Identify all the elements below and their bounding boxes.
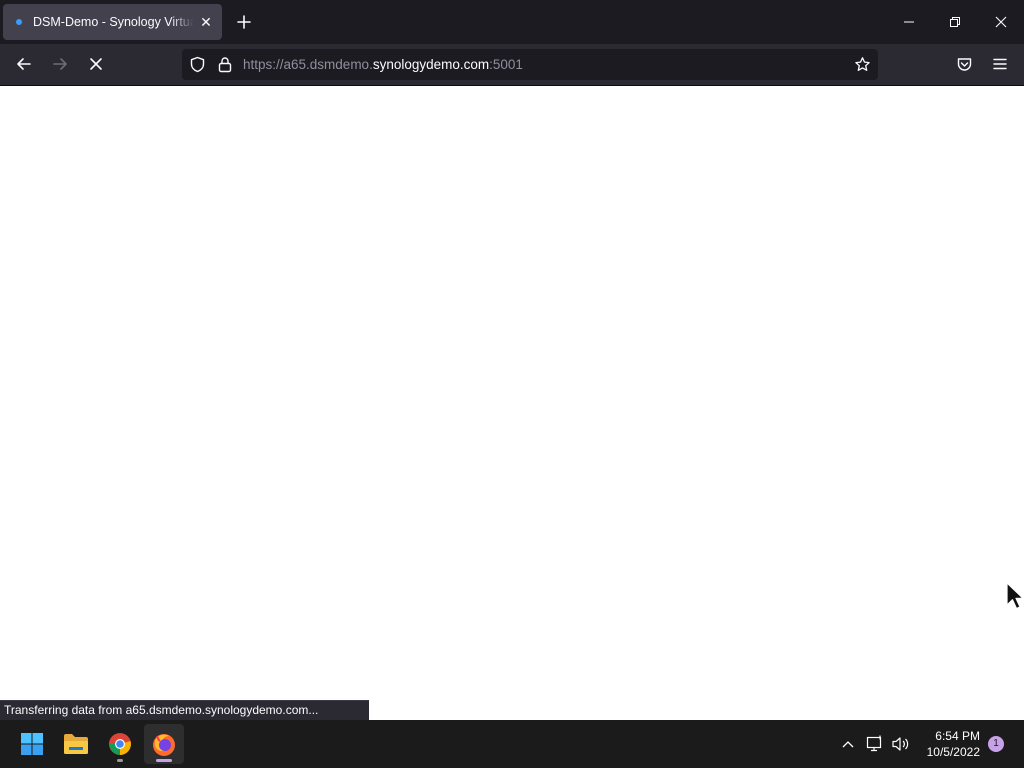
bookmark-star-icon[interactable] xyxy=(854,56,871,78)
restore-icon xyxy=(950,17,960,27)
windows-start-icon xyxy=(21,733,43,755)
firefox-button[interactable] xyxy=(144,724,184,764)
chrome-button[interactable] xyxy=(100,724,140,764)
arrow-left-icon xyxy=(17,58,31,70)
close-window-button[interactable] xyxy=(978,0,1024,44)
taskbar: 6:54 PM 10/5/2022 1 xyxy=(0,720,1024,768)
page-content xyxy=(0,86,1024,720)
arrow-right-icon xyxy=(53,58,67,70)
back-button[interactable] xyxy=(12,52,36,76)
url-prefix: https://a65.dsmdemo. xyxy=(243,57,373,72)
shield-icon[interactable] xyxy=(189,56,206,78)
lock-icon[interactable] xyxy=(217,56,233,78)
minimize-button[interactable] xyxy=(886,0,932,44)
network-icon xyxy=(866,735,882,752)
forward-button[interactable] xyxy=(48,52,72,76)
url-text[interactable]: https://a65.dsmdemo.synologydemo.com:500… xyxy=(243,57,523,72)
url-host: synologydemo.com xyxy=(372,57,490,72)
clock-date: 10/5/2022 xyxy=(926,745,980,759)
stop-icon xyxy=(90,58,102,70)
minimize-icon xyxy=(904,21,914,23)
address-bar[interactable]: https://a65.dsmdemo.synologydemo.com:500… xyxy=(182,49,878,80)
stop-button[interactable] xyxy=(84,52,108,76)
system-clock[interactable]: 6:54 PM 10/5/2022 xyxy=(918,728,980,760)
start-button[interactable] xyxy=(12,724,52,764)
tab-close-icon[interactable]: ✕ xyxy=(198,14,214,31)
notification-badge[interactable]: 1 xyxy=(988,736,1004,752)
status-panel: Transferring data from a65.dsmdemo.synol… xyxy=(0,700,369,720)
active-indicator xyxy=(156,759,172,762)
chrome-icon xyxy=(109,733,131,755)
file-explorer-icon xyxy=(64,734,88,754)
running-indicator xyxy=(117,759,123,762)
pocket-icon xyxy=(957,57,971,71)
volume-icon xyxy=(892,737,909,751)
chevron-up-icon xyxy=(842,741,854,748)
plus-icon xyxy=(237,15,251,29)
firefox-icon xyxy=(153,734,175,756)
show-hidden-icons-button[interactable] xyxy=(838,734,858,754)
navigation-toolbar: https://a65.dsmdemo.synologydemo.com:500… xyxy=(0,44,1024,86)
hamburger-menu-icon xyxy=(993,58,1007,70)
file-explorer-button[interactable] xyxy=(56,724,96,764)
url-suffix: :5001 xyxy=(489,57,523,72)
volume-button[interactable] xyxy=(890,734,910,754)
pocket-button[interactable] xyxy=(952,52,976,76)
menu-button[interactable] xyxy=(988,52,1012,76)
clock-time: 6:54 PM xyxy=(935,729,980,743)
new-tab-button[interactable] xyxy=(232,10,256,34)
tab-active[interactable]: DSM-Demo - Synology VirtualDSM ✕ xyxy=(3,4,222,40)
mouse-cursor-icon xyxy=(1006,582,1024,615)
restore-button[interactable] xyxy=(932,0,978,44)
close-icon xyxy=(995,16,1007,28)
network-button[interactable] xyxy=(865,734,885,754)
favicon-icon xyxy=(16,19,22,25)
tab-strip: DSM-Demo - Synology VirtualDSM ✕ xyxy=(0,0,1024,44)
tab-title: DSM-Demo - Synology VirtualDSM xyxy=(33,15,194,29)
